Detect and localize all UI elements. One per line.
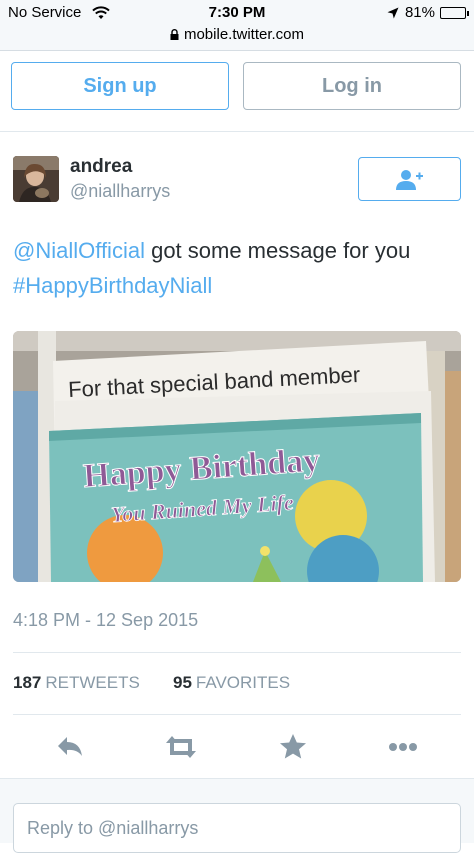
card-photo: For that special band member Happy Birth…	[13, 331, 461, 582]
status-bar: No Service 7:30 PM 81% mobile.twitter.co…	[0, 0, 474, 51]
avatar-image	[13, 156, 59, 202]
user-handle[interactable]: @niallharrys	[70, 181, 170, 202]
reply-area: Reply to @niallharrys	[0, 779, 474, 853]
tweet-actions	[0, 730, 474, 764]
tweet-photo[interactable]: For that special band member Happy Birth…	[13, 331, 461, 582]
divider	[13, 652, 461, 653]
signup-button[interactable]: Sign up	[11, 62, 229, 110]
battery-icon	[440, 6, 469, 19]
retweets-label: RETWEETS	[45, 673, 140, 692]
mention-link[interactable]: @NiallOfficial	[13, 238, 145, 263]
favorites-stat[interactable]: 95 FAVORITES	[173, 673, 290, 693]
retweet-icon[interactable]	[161, 730, 201, 764]
retweets-stat[interactable]: 187 RETWEETS	[13, 673, 140, 692]
tweet-timestamp[interactable]: 4:18 PM - 12 Sep 2015	[13, 610, 198, 631]
user-name[interactable]: andrea	[70, 156, 132, 178]
favorites-label: FAVORITES	[195, 673, 291, 692]
avatar[interactable]	[13, 156, 59, 202]
lock-icon	[170, 29, 179, 40]
tweet-body: got some message for you	[144, 238, 411, 263]
reply-input[interactable]: Reply to @niallharrys	[13, 803, 461, 853]
status-right: 81%	[387, 4, 469, 21]
divider	[13, 714, 461, 715]
follow-icon	[396, 170, 423, 190]
hashtag-link[interactable]: #HappyBirthdayNiall	[13, 273, 212, 298]
favorites-count: 95	[173, 673, 192, 692]
login-button[interactable]: Log in	[243, 62, 461, 110]
status-row: No Service 7:30 PM 81%	[0, 4, 474, 24]
auth-bar: Sign up Log in	[11, 62, 463, 114]
favorite-icon[interactable]	[273, 730, 313, 764]
address-bar[interactable]: mobile.twitter.com	[0, 26, 474, 43]
follow-button[interactable]	[358, 157, 461, 201]
battery-percent: 81%	[404, 4, 435, 21]
location-arrow-icon	[387, 7, 399, 18]
divider	[0, 131, 474, 132]
tweet-text: @NiallOfficial got some message for you …	[13, 233, 463, 303]
more-icon[interactable]	[383, 730, 423, 764]
retweets-count: 187	[13, 673, 42, 692]
url-text: mobile.twitter.com	[183, 26, 305, 43]
reply-icon[interactable]	[50, 730, 90, 764]
tweet-stats: 187 RETWEETS 95 FAVORITES	[13, 673, 290, 693]
